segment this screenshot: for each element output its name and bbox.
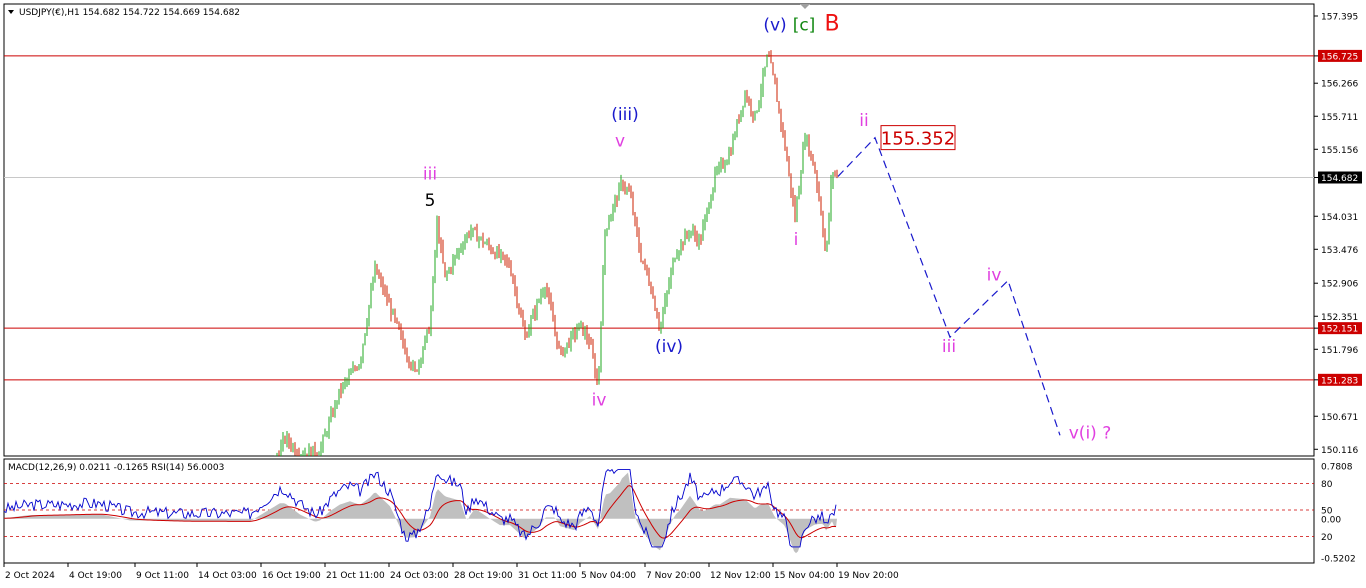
price-tick-label: 150.671 xyxy=(1321,413,1358,423)
time-tick-label: 24 Oct 03:00 xyxy=(390,571,449,581)
wave-label: B xyxy=(824,12,839,37)
indicator-tick-label: 0.7808 xyxy=(1321,463,1353,473)
price-tick-label: 151.796 xyxy=(1321,346,1358,356)
indicator-header: MACD(12,26,9) 0.0211 -0.1265 RSI(14) 56.… xyxy=(8,463,224,473)
wave-label: 5 xyxy=(425,191,436,211)
wave-label: iii xyxy=(942,337,956,357)
time-tick-label: 4 Oct 19:00 xyxy=(69,571,122,581)
price-tick-label: 157.395 xyxy=(1321,13,1358,23)
wave-label: [c] xyxy=(793,16,816,36)
wave-label: v(i) ? xyxy=(1069,423,1111,443)
price-chart[interactable]: (v) [c] B (iii) v iii 5 i (iv) iv ii iv iii v(i) ? 155… xyxy=(0,0,1366,588)
time-tick-label: 21 Oct 11:00 xyxy=(326,571,385,581)
time-tick-label: 12 Nov 12:00 xyxy=(710,571,771,581)
time-tick-label: 2 Oct 2024 xyxy=(5,571,55,581)
wave-label: (iv) xyxy=(655,337,683,357)
price-target-label: 155.352 xyxy=(881,129,955,150)
wave-label: i xyxy=(794,230,799,250)
price-tag-label: 152.151 xyxy=(1321,325,1358,335)
price-tick-label: 154.031 xyxy=(1321,213,1358,223)
chart-background xyxy=(0,0,1366,588)
indicator-tick-label: 80 xyxy=(1321,480,1333,490)
indicator-tick-label: -0.5202 xyxy=(1321,555,1356,565)
price-tag-label: 151.283 xyxy=(1321,376,1358,386)
time-tick-label: 9 Oct 11:00 xyxy=(136,571,189,581)
chart-header: USDJPY(€),H1 154.682 154.722 154.669 154… xyxy=(19,8,240,18)
price-tick-label: 156.266 xyxy=(1321,80,1358,90)
price-tick-label: 155.711 xyxy=(1321,113,1358,123)
price-tick-label: 152.906 xyxy=(1321,280,1358,290)
price-tick-label: 152.351 xyxy=(1321,313,1358,323)
wave-label: ii xyxy=(859,111,868,131)
wave-label: iv xyxy=(987,266,1002,286)
indicator-tick-label: 20 xyxy=(1321,533,1333,543)
price-tick-label: 153.476 xyxy=(1321,246,1358,256)
price-tag-label: 154.682 xyxy=(1321,174,1358,184)
price-tick-label: 155.156 xyxy=(1321,146,1358,156)
time-tick-label: 31 Oct 11:00 xyxy=(518,571,577,581)
wave-label: (iii) xyxy=(611,105,638,125)
wave-label: v xyxy=(615,132,625,152)
time-tick-label: 15 Nov 04:00 xyxy=(774,571,835,581)
indicator-tick-label: 0.00 xyxy=(1321,515,1341,525)
time-tick-label: 28 Oct 19:00 xyxy=(454,571,513,581)
wave-label: iv xyxy=(592,391,607,411)
wave-label: (v) xyxy=(763,16,786,36)
time-tick-label: 19 Nov 20:00 xyxy=(838,571,899,581)
wave-label: iii xyxy=(423,164,437,184)
time-tick-label: 16 Oct 19:00 xyxy=(262,571,321,581)
price-tag-label: 156.725 xyxy=(1321,52,1358,62)
time-tick-label: 5 Nov 04:00 xyxy=(581,571,636,581)
price-tick-label: 150.116 xyxy=(1321,446,1358,456)
time-tick-label: 14 Oct 03:00 xyxy=(198,571,257,581)
time-tick-label: 7 Nov 20:00 xyxy=(646,571,701,581)
